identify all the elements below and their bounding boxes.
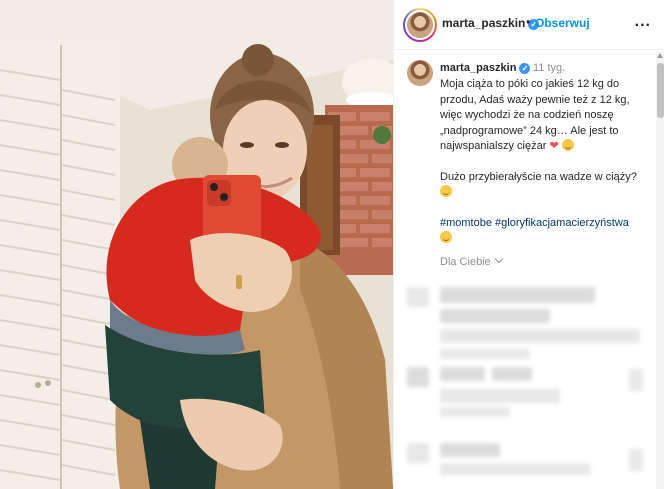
verified-badge-icon: ✓ [519, 63, 531, 74]
caption-username-row[interactable]: marta_paszkin ✓ [440, 62, 531, 74]
header-username-row[interactable]: marta_paszkin ✓ [442, 16, 540, 30]
caption-paragraph-1: Moja ciąża to póki co jakieś 12 kg do pr… [440, 77, 650, 155]
for-you-label: Dla Ciebie [440, 256, 491, 268]
red-heart-icon: ❤ [549, 140, 559, 152]
comments-section[interactable]: marta_paszkin ✓ 11 tyg. Moja ciąża to pók… [394, 51, 656, 489]
header-username[interactable]: marta_paszkin [442, 16, 525, 30]
caption-avatar[interactable] [407, 60, 433, 86]
follow-button[interactable]: Obserwuj [535, 16, 590, 30]
scroll-up-arrow-icon[interactable] [657, 53, 663, 58]
caption-question: Dużo przybierałyście na wadze w ciąży? [440, 170, 637, 183]
blurred-comment-line [440, 329, 640, 343]
post-header: marta_paszkin ✓ • Obserwuj ... [394, 0, 664, 50]
caption-text-1: Moja ciąża to póki co jakieś 12 kg do pr… [440, 78, 630, 152]
blurred-comment-line [440, 309, 550, 323]
blurred-meta-line [629, 449, 643, 471]
blurred-comment-line [440, 443, 500, 457]
winking-face-icon [440, 231, 452, 243]
caption-username[interactable]: marta_paszkin [440, 62, 516, 74]
caption-paragraph-3: #momtobe #gloryfikacjamacierzyństwa [440, 216, 650, 247]
blurred-meta-line [629, 369, 643, 391]
blurred-comment-line [440, 367, 485, 381]
for-you-toggle[interactable]: Dla Ciebie [440, 254, 503, 268]
scrollbar-thumb[interactable] [657, 63, 664, 118]
blurred-comment-line [440, 389, 560, 403]
post-photo [0, 0, 393, 489]
blurred-comment-line [492, 367, 532, 381]
caption-hashtags[interactable]: #momtobe #gloryfikacjamacierzyństwa [440, 217, 629, 229]
post-timestamp[interactable]: 11 tyg. [533, 62, 565, 74]
blurred-meta-line [440, 349, 530, 359]
blurred-comment-line [440, 463, 590, 475]
post-image[interactable] [0, 0, 393, 489]
caption-paragraph-2: Dużo przybierałyście na wadze w ciąży? [440, 170, 650, 201]
blurred-avatar [407, 443, 429, 463]
comments-scrollbar[interactable] [656, 51, 664, 489]
blurred-avatar [407, 367, 429, 387]
more-options-icon[interactable]: ... [635, 13, 651, 31]
smiling-face-with-hearts-icon [561, 139, 574, 151]
profile-avatar[interactable] [403, 8, 437, 42]
chevron-down-icon [494, 254, 503, 264]
blurred-comment-line [440, 287, 595, 303]
grinning-face-icon [440, 185, 452, 197]
blurred-comment-line [440, 407, 510, 417]
blurred-avatar [407, 287, 429, 307]
avatar-image [405, 10, 435, 40]
post-caption: Moja ciąża to póki co jakieś 12 kg do pr… [440, 77, 650, 262]
post-side-panel: marta_paszkin ✓ • Obserwuj ... marta_pasz… [393, 0, 664, 489]
header-separator: • [526, 15, 531, 29]
